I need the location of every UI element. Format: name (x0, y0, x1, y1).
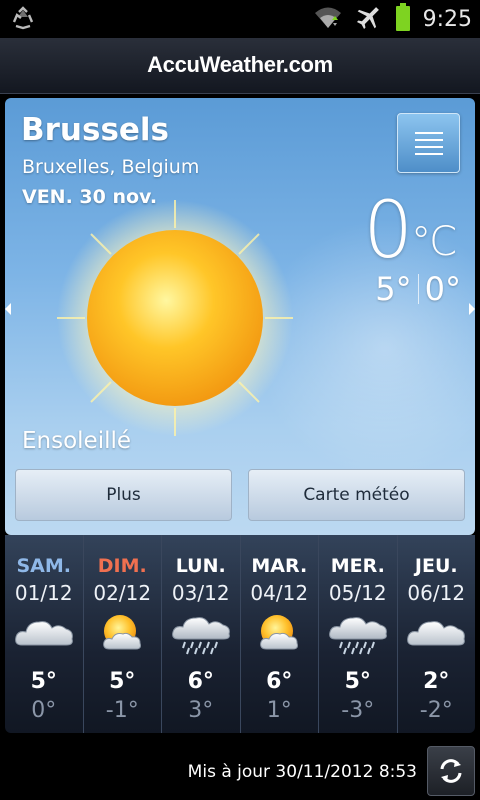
day-name: MER. (330, 555, 385, 577)
recycle-icon (10, 6, 36, 36)
cloudy-icon (12, 611, 76, 655)
day-high: 5° (109, 669, 136, 694)
day-date: 05/12 (328, 581, 387, 605)
current-conditions-panel[interactable]: Brussels Bruxelles, Belgium VEN. 30 nov.… (5, 98, 475, 535)
partly-sunny-icon (90, 611, 154, 655)
more-button[interactable]: Plus (15, 469, 232, 521)
partly-sunny-icon (247, 611, 311, 655)
day-low: 1° (266, 698, 292, 723)
wifi-icon (313, 4, 343, 34)
day-high: 6° (187, 669, 214, 694)
clock: 9:25 (422, 6, 472, 32)
rain-icon (326, 611, 390, 655)
previous-location-arrow-icon[interactable] (5, 303, 11, 315)
temperature-unit: °C (411, 219, 457, 265)
status-bar: 9:25 (0, 0, 480, 38)
divider (417, 274, 419, 304)
forecast-day[interactable]: SAM. 01/12 5° 0° (5, 535, 84, 733)
day-low: -2° (419, 698, 453, 723)
current-temperature: 0°C (363, 186, 457, 276)
refresh-icon (440, 759, 462, 783)
day-high: 5° (30, 669, 57, 694)
day-low: -1° (105, 698, 139, 723)
next-location-arrow-icon[interactable] (469, 303, 475, 315)
refresh-button[interactable] (427, 746, 475, 796)
app-title-bar: AccuWeather.com (0, 38, 480, 94)
forecast-day[interactable]: DIM. 02/12 5° -1° (84, 535, 162, 733)
menu-icon (414, 132, 443, 155)
forecast-strip: SAM. 01/12 5° 0° DIM. 02/12 5° -1° LUN. … (5, 535, 475, 733)
high-low-temperature: 5° 0° (375, 270, 461, 308)
last-updated-text: Mis à jour 30/11/2012 8:53 (187, 762, 417, 782)
cloudy-icon (404, 611, 468, 655)
rain-icon (169, 611, 233, 655)
app-logo: AccuWeather.com (147, 52, 333, 77)
day-high: 5° (344, 669, 371, 694)
condition-text: Ensoleillé (22, 428, 132, 454)
day-name: LUN. (175, 555, 226, 577)
sun-icon (57, 200, 293, 436)
forecast-day[interactable]: JEU. 06/12 2° -2° (398, 535, 476, 733)
day-name: SAM. (16, 555, 71, 577)
day-date: 06/12 (407, 581, 466, 605)
day-high: 2° (423, 669, 450, 694)
day-low: 0° (31, 698, 57, 723)
weather-map-button[interactable]: Carte météo (248, 469, 465, 521)
forecast-day[interactable]: MAR. 04/12 6° 1° (241, 535, 319, 733)
forecast-day[interactable]: MER. 05/12 5° -3° (319, 535, 398, 733)
forecast-day[interactable]: LUN. 03/12 6° 3° (162, 535, 241, 733)
day-low: -3° (341, 698, 375, 723)
city-name: Brussels (21, 112, 169, 148)
day-name: MAR. (251, 555, 308, 577)
day-date: 01/12 (14, 581, 73, 605)
battery-icon (395, 3, 411, 35)
day-date: 02/12 (93, 581, 152, 605)
airplane-mode-icon (355, 3, 383, 35)
current-date: VEN. 30 nov. (22, 186, 158, 208)
low-temperature: 0° (424, 270, 461, 308)
day-high: 6° (266, 669, 293, 694)
footer-bar: Mis à jour 30/11/2012 8:53 (0, 742, 480, 800)
high-temperature: 5° (375, 270, 412, 308)
day-name: DIM. (97, 555, 147, 577)
day-date: 03/12 (171, 581, 230, 605)
day-name: JEU. (414, 555, 458, 577)
day-date: 04/12 (250, 581, 309, 605)
menu-button[interactable] (397, 113, 460, 173)
day-low: 3° (188, 698, 214, 723)
region-name: Bruxelles, Belgium (22, 156, 200, 178)
